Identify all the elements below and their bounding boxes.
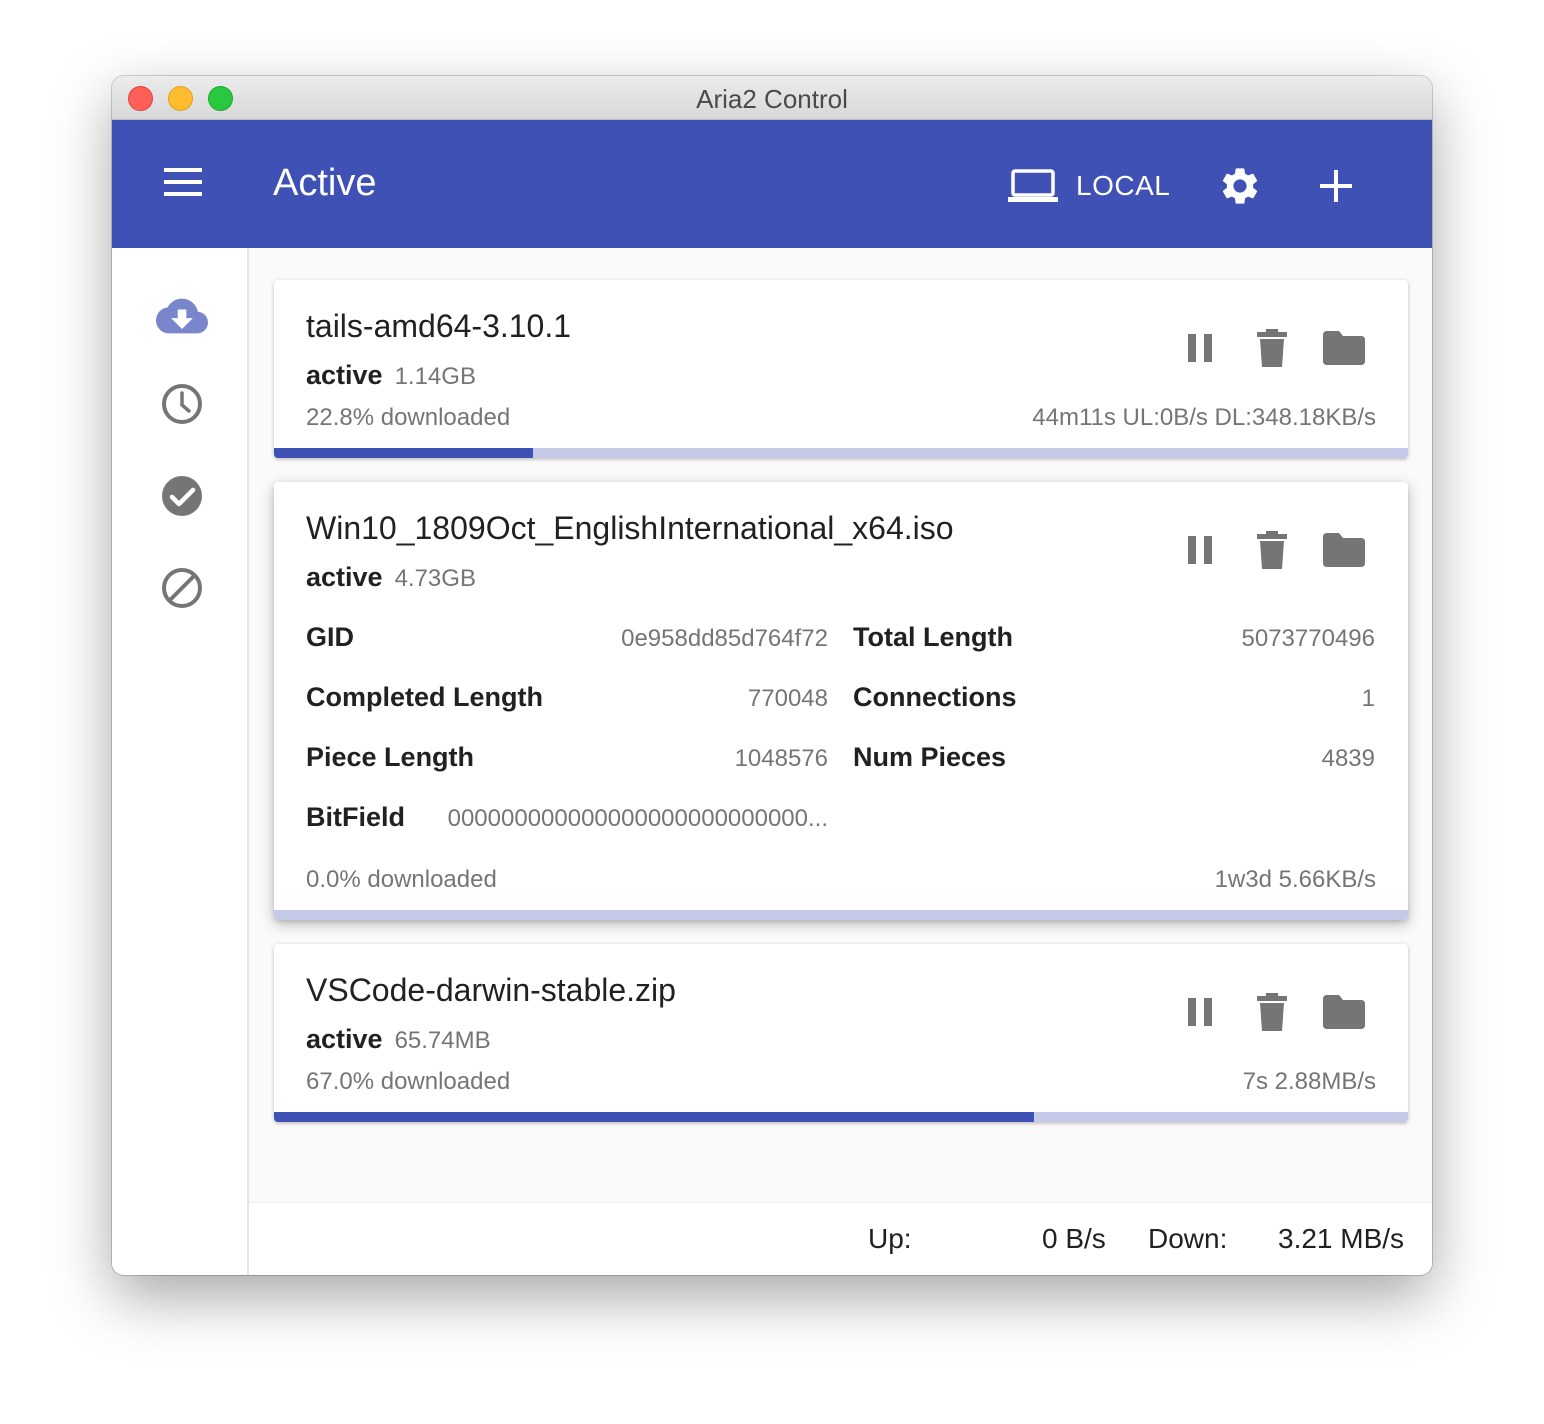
download-name: VSCode-darwin-stable.zip [306, 972, 676, 1008]
detail-value: 0e958dd85d764f72 [621, 625, 828, 652]
card-actions [1164, 526, 1380, 574]
check-circle-icon [162, 476, 202, 516]
detail-value: 1048576 [734, 745, 828, 772]
delete-button[interactable] [1236, 988, 1308, 1036]
pause-icon [1188, 334, 1212, 362]
folder-icon [1323, 995, 1365, 1029]
detail-total-length: Total Length 5073770496 [853, 622, 1375, 662]
trash-icon [1257, 329, 1287, 367]
sidebar-item-completed[interactable] [156, 470, 208, 522]
pause-button[interactable] [1164, 988, 1236, 1036]
plus-icon[interactable] [1314, 164, 1358, 208]
open-folder-button[interactable] [1308, 324, 1380, 372]
download-status: active 65.74MB [306, 1024, 491, 1055]
pause-icon [1188, 536, 1212, 564]
app-bar: Active LOCAL [112, 120, 1432, 248]
status-text: active [306, 360, 383, 390]
progress-fill [274, 1112, 1034, 1122]
window-title: Aria2 Control [696, 84, 848, 114]
sidebar [112, 248, 249, 1275]
progress-fill [274, 448, 533, 458]
upload-speed: 0 B/s [1042, 1223, 1106, 1254]
app-window: Aria2 Control Active LOCAL tails-amd64-3… [112, 76, 1432, 1275]
card-actions [1164, 988, 1380, 1036]
detail-value: 000000000000000000000000000... [447, 805, 828, 832]
title-bar: Aria2 Control [112, 76, 1432, 120]
detail-label: GID [306, 622, 355, 652]
download-size: 65.74MB [394, 1027, 491, 1054]
download-size: 1.14GB [394, 363, 476, 390]
detail-bitfield: BitField 000000000000000000000000000... [306, 802, 828, 842]
progress-bar [274, 1112, 1408, 1122]
detail-gid: GID 0e958dd85d764f72 [306, 622, 828, 662]
download-size: 4.73GB [394, 565, 476, 592]
status-bar: Up: 0 B/s Down: 3.21 MB/s [249, 1202, 1432, 1275]
server-label: LOCAL [1076, 170, 1171, 201]
delete-button[interactable] [1236, 324, 1308, 372]
clock-icon [162, 384, 202, 424]
block-icon [162, 568, 202, 608]
sidebar-item-active[interactable] [156, 290, 208, 342]
download-label: Down: [1148, 1223, 1228, 1254]
download-card-expanded[interactable]: Win10_1809Oct_EnglishInternational_x64.i… [274, 482, 1408, 920]
detail-connections: Connections 1 [853, 682, 1375, 722]
download-speed-total: 3.21 MB/s [1278, 1223, 1405, 1254]
page-title: Active [273, 162, 377, 204]
menu-icon[interactable] [164, 168, 204, 200]
status-text: active [306, 1024, 383, 1054]
detail-label: Connections [853, 682, 1017, 712]
delete-button[interactable] [1236, 526, 1308, 574]
status-text: active [306, 562, 383, 592]
download-percent: 0.0% downloaded [306, 866, 497, 893]
laptop-icon [1008, 169, 1058, 202]
download-speed: 7s 2.88MB/s [1242, 1068, 1376, 1095]
pause-button[interactable] [1164, 526, 1236, 574]
detail-piece-length: Piece Length 1048576 [306, 742, 828, 782]
detail-label: Completed Length [306, 682, 543, 712]
folder-icon [1323, 533, 1365, 567]
progress-bar [274, 910, 1408, 920]
download-speed: 44m11s UL:0B/s DL:348.18KB/s [1032, 404, 1376, 431]
download-name: Win10_1809Oct_EnglishInternational_x64.i… [306, 510, 954, 546]
detail-value: 4839 [1321, 745, 1375, 772]
detail-label: Num Pieces [853, 742, 1007, 772]
download-percent: 67.0% downloaded [306, 1068, 511, 1095]
detail-label: Total Length [853, 622, 1013, 652]
upload-label: Up: [868, 1223, 912, 1254]
open-folder-button[interactable] [1308, 988, 1380, 1036]
sidebar-item-waiting[interactable] [156, 378, 208, 430]
detail-label: BitField [306, 802, 405, 832]
progress-bar [274, 448, 1408, 458]
download-card[interactable]: VSCode-darwin-stable.zip active 65.74MB 6… [274, 944, 1408, 1122]
detail-label: Piece Length [306, 742, 475, 772]
gear-icon[interactable] [1218, 164, 1262, 208]
download-card[interactable]: tails-amd64-3.10.1 active 1.14GB 22.8% do… [274, 280, 1408, 458]
download-speed: 1w3d 5.66KB/s [1214, 866, 1376, 893]
open-folder-button[interactable] [1308, 526, 1380, 574]
sidebar-item-stopped[interactable] [156, 562, 208, 614]
download-status: active 1.14GB [306, 360, 476, 391]
download-name: tails-amd64-3.10.1 [306, 308, 572, 344]
pause-button[interactable] [1164, 324, 1236, 372]
download-list: tails-amd64-3.10.1 active 1.14GB 22.8% do… [249, 248, 1432, 1202]
download-status: active 4.73GB [306, 562, 476, 593]
detail-completed-length: Completed Length 770048 [306, 682, 828, 722]
card-actions [1164, 324, 1380, 372]
detail-value: 5073770496 [1241, 625, 1375, 652]
detail-value: 1 [1361, 685, 1375, 712]
cloud-download-icon [156, 298, 208, 334]
folder-icon [1323, 331, 1365, 365]
trash-icon [1257, 993, 1287, 1031]
detail-num-pieces: Num Pieces 4839 [853, 742, 1375, 782]
trash-icon [1257, 531, 1287, 569]
detail-value: 770048 [747, 685, 828, 712]
pause-icon [1188, 998, 1212, 1026]
download-percent: 22.8% downloaded [306, 404, 511, 431]
server-button[interactable]: LOCAL [1008, 166, 1170, 206]
